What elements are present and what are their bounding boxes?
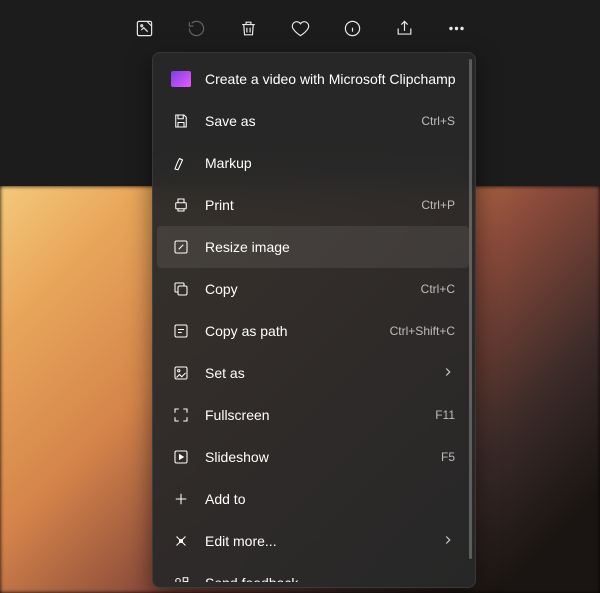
overflow-menu: Create a video with Microsoft Clipchamp S… xyxy=(152,52,476,588)
menu-shortcut: Ctrl+S xyxy=(421,114,455,128)
menu-shortcut: Ctrl+Shift+C xyxy=(390,324,455,338)
menu-item-setas[interactable]: Set as xyxy=(157,352,469,394)
copy-icon xyxy=(171,279,191,299)
menu-label: Markup xyxy=(205,155,455,171)
menu-item-copypath[interactable]: Copy as path Ctrl+Shift+C xyxy=(157,310,469,352)
menu-item-add[interactable]: Add to xyxy=(157,478,469,520)
menu-item-slideshow[interactable]: Slideshow F5 xyxy=(157,436,469,478)
menu-label: Send feedback xyxy=(205,575,455,582)
rotate-icon[interactable] xyxy=(179,11,213,45)
menu-item-markup[interactable]: Markup xyxy=(157,142,469,184)
favorite-icon[interactable] xyxy=(283,11,317,45)
clipchamp-icon xyxy=(171,69,191,89)
menu-item-editmore[interactable]: Edit more... xyxy=(157,520,469,562)
menu-shortcut: F11 xyxy=(435,408,455,422)
menu-shortcut: Ctrl+C xyxy=(421,282,455,296)
markup-icon xyxy=(171,153,191,173)
toolbar xyxy=(0,8,600,48)
add-icon xyxy=(171,489,191,509)
more-icon[interactable] xyxy=(439,11,473,45)
print-icon xyxy=(171,195,191,215)
slideshow-icon xyxy=(171,447,191,467)
save-icon xyxy=(171,111,191,131)
editmore-icon xyxy=(171,531,191,551)
scrollbar[interactable] xyxy=(469,59,472,559)
resize-icon xyxy=(171,237,191,257)
feedback-icon xyxy=(171,573,191,582)
menu-label: Save as xyxy=(205,113,411,129)
menu-label: Copy as path xyxy=(205,323,380,339)
menu-item-feedback[interactable]: Send feedback xyxy=(157,562,469,582)
edit-image-icon[interactable] xyxy=(127,11,161,45)
share-icon[interactable] xyxy=(387,11,421,45)
fullscreen-icon xyxy=(171,405,191,425)
menu-item-copy[interactable]: Copy Ctrl+C xyxy=(157,268,469,310)
menu-label: Copy xyxy=(205,281,411,297)
menu-item-clipchamp[interactable]: Create a video with Microsoft Clipchamp xyxy=(157,58,469,100)
menu-shortcut: F5 xyxy=(441,450,455,464)
menu-label: Resize image xyxy=(205,239,455,255)
menu-item-fullscreen[interactable]: Fullscreen F11 xyxy=(157,394,469,436)
menu-label: Fullscreen xyxy=(205,407,425,423)
menu-label: Print xyxy=(205,197,411,213)
copypath-icon xyxy=(171,321,191,341)
menu-label: Edit more... xyxy=(205,533,441,549)
menu-label: Slideshow xyxy=(205,449,431,465)
menu-item-print[interactable]: Print Ctrl+P xyxy=(157,184,469,226)
menu-item-resize[interactable]: Resize image xyxy=(157,226,469,268)
chevron-right-icon xyxy=(441,365,455,382)
setas-icon xyxy=(171,363,191,383)
menu-item-save[interactable]: Save as Ctrl+S xyxy=(157,100,469,142)
menu-label: Add to xyxy=(205,491,455,507)
delete-icon[interactable] xyxy=(231,11,265,45)
menu-shortcut: Ctrl+P xyxy=(421,198,455,212)
chevron-right-icon xyxy=(441,533,455,550)
menu-label: Set as xyxy=(205,365,441,381)
menu-label: Create a video with Microsoft Clipchamp xyxy=(205,71,456,87)
info-icon[interactable] xyxy=(335,11,369,45)
